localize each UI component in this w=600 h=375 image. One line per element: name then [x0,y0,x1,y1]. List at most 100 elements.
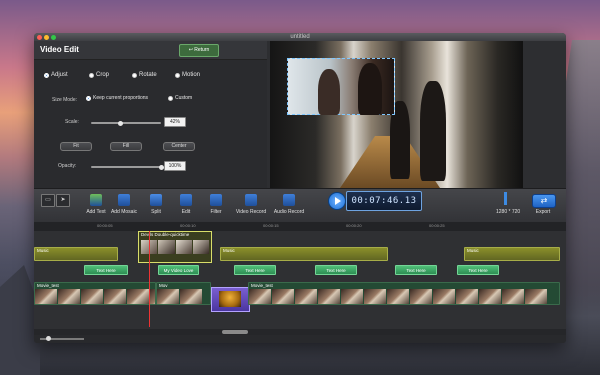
text-clip[interactable]: Text Here [234,265,276,275]
playhead[interactable] [149,231,150,327]
center-button[interactable]: Center [163,142,195,151]
edit-label[interactable]: Edit [182,209,191,215]
opacity-slider[interactable] [91,164,164,170]
music-clip[interactable]: Music [34,247,118,261]
radio-selected-icon [44,72,49,78]
picture-in-picture-overlay[interactable] [287,58,395,115]
clip-thumbnail [158,240,175,254]
microphone-icon[interactable] [283,194,295,206]
status-bar [34,335,566,343]
ruler-tick: 00:00:15 [263,223,279,228]
timeline-zoom-slider[interactable] [40,336,84,341]
scale-value[interactable]: 42% [164,117,186,127]
pip-figure [358,63,382,115]
scrollbar-thumb[interactable] [222,330,248,334]
tab-label: Crop [96,72,110,78]
zoom-knob[interactable] [46,336,51,341]
clip-filmstrip [249,289,559,304]
video-record-label[interactable]: Video Record [236,209,266,215]
clip-filmstrip [157,289,210,304]
text-clip[interactable]: Text Here [84,265,128,275]
tab-label: Rotate [139,72,157,78]
text-clip[interactable]: Text Here [395,265,437,275]
cursor-icon: ➤ [60,197,66,203]
clip-filmstrip [35,289,155,304]
export-label[interactable]: Export [536,209,550,215]
pip-figure [318,69,340,115]
option-label: Custom [175,95,193,101]
window-title: untitled [290,34,310,40]
movie-clip[interactable]: Movie_test [34,282,156,305]
fill-button[interactable]: Fill [110,142,142,151]
scale-slider-knob[interactable] [117,120,123,126]
video-preview[interactable] [270,41,523,188]
selected-movie-clip[interactable] [211,287,250,312]
return-label: Return [194,47,210,53]
toolbar: ▭ ➤ Add Text Add Mosaic Split Edit Filte… [34,188,566,223]
add-text-icon[interactable] [90,194,102,206]
tab-crop[interactable]: Crop [89,72,109,78]
resolution-label[interactable]: 1280 * 720 [496,209,520,215]
scale-slider[interactable] [91,120,161,126]
music-clip[interactable]: Music [220,247,388,261]
edit-icon[interactable] [180,194,192,206]
panel-header: Video Edit ↩ Return [34,41,267,60]
opacity-value[interactable]: 100% [164,161,186,171]
video-edit-panel: Video Edit ↩ Return Adjust Crop Rotate M… [34,41,267,188]
ruler-tick: 00:00:05 [97,223,113,228]
radio-icon [132,72,137,78]
movie-clip[interactable]: Mov [156,282,211,305]
movie-clip[interactable]: Movie_test [248,282,560,305]
opacity-slider-knob[interactable] [158,164,164,170]
split-icon[interactable] [150,194,162,206]
play-button[interactable] [328,192,346,210]
add-mosaic-label[interactable]: Add Mosaic [111,209,137,215]
tab-motion[interactable]: Motion [175,72,200,78]
filter-icon[interactable] [210,194,222,206]
tab-label: Adjust [51,72,68,78]
ruler-tick: 00:00:20 [346,223,362,228]
size-mode-custom[interactable]: Custom [168,95,192,101]
size-mode-keep-proportions[interactable]: Keep current proportions [86,95,148,101]
add-text-label[interactable]: Add Text [86,209,105,215]
text-clip[interactable]: Text Here [315,265,357,275]
opacity-label: Opacity: [58,163,77,169]
clip-thumbnail [175,240,192,254]
clip-label: Mov [159,283,168,288]
radio-icon [168,95,173,101]
timecode-display: 00:07:46.13 [346,191,422,211]
music-clip[interactable]: Music [464,247,560,261]
return-button[interactable]: ↩ Return [179,44,219,57]
clip-label: Movie_test [37,283,59,288]
monitor-icon: ▭ [45,197,51,203]
mosaic-icon[interactable] [118,194,130,206]
filter-label[interactable]: Filter [210,209,221,215]
option-label: Keep current proportions [93,95,149,101]
export-icon: ⇄ [540,196,548,205]
video-record-icon[interactable] [245,194,257,206]
monitor-view-button[interactable]: ▭ [41,194,55,207]
panel-title: Video Edit [40,45,79,54]
export-button[interactable]: ⇄ [532,194,556,208]
text-clip[interactable]: My Video Love [158,265,199,275]
size-mode-label: Size Mode: [52,97,78,103]
fit-button[interactable]: Fit [60,142,92,151]
cursor-mode-button[interactable]: ➤ [56,194,70,207]
tab-rotate[interactable]: Rotate [132,72,157,78]
clip-thumbnails [141,240,209,254]
resolution-icon[interactable] [504,192,507,205]
tab-adjust[interactable]: Adjust [44,72,68,78]
text-clip[interactable]: Text Here [457,265,499,275]
tab-label: Motion [182,72,201,78]
radio-icon [89,72,94,78]
audio-record-label[interactable]: Audio Record [274,209,304,215]
radio-icon [175,72,180,78]
clip-thumbnail [192,240,209,254]
ruler-tick: 00:00:10 [180,223,196,228]
preview-figure [420,81,446,181]
clip-label: Movie_test [251,283,273,288]
scale-label: Scale: [65,119,79,125]
radio-selected-icon [86,95,91,101]
title-bar: untitled [34,33,566,41]
split-label[interactable]: Split [151,209,161,215]
